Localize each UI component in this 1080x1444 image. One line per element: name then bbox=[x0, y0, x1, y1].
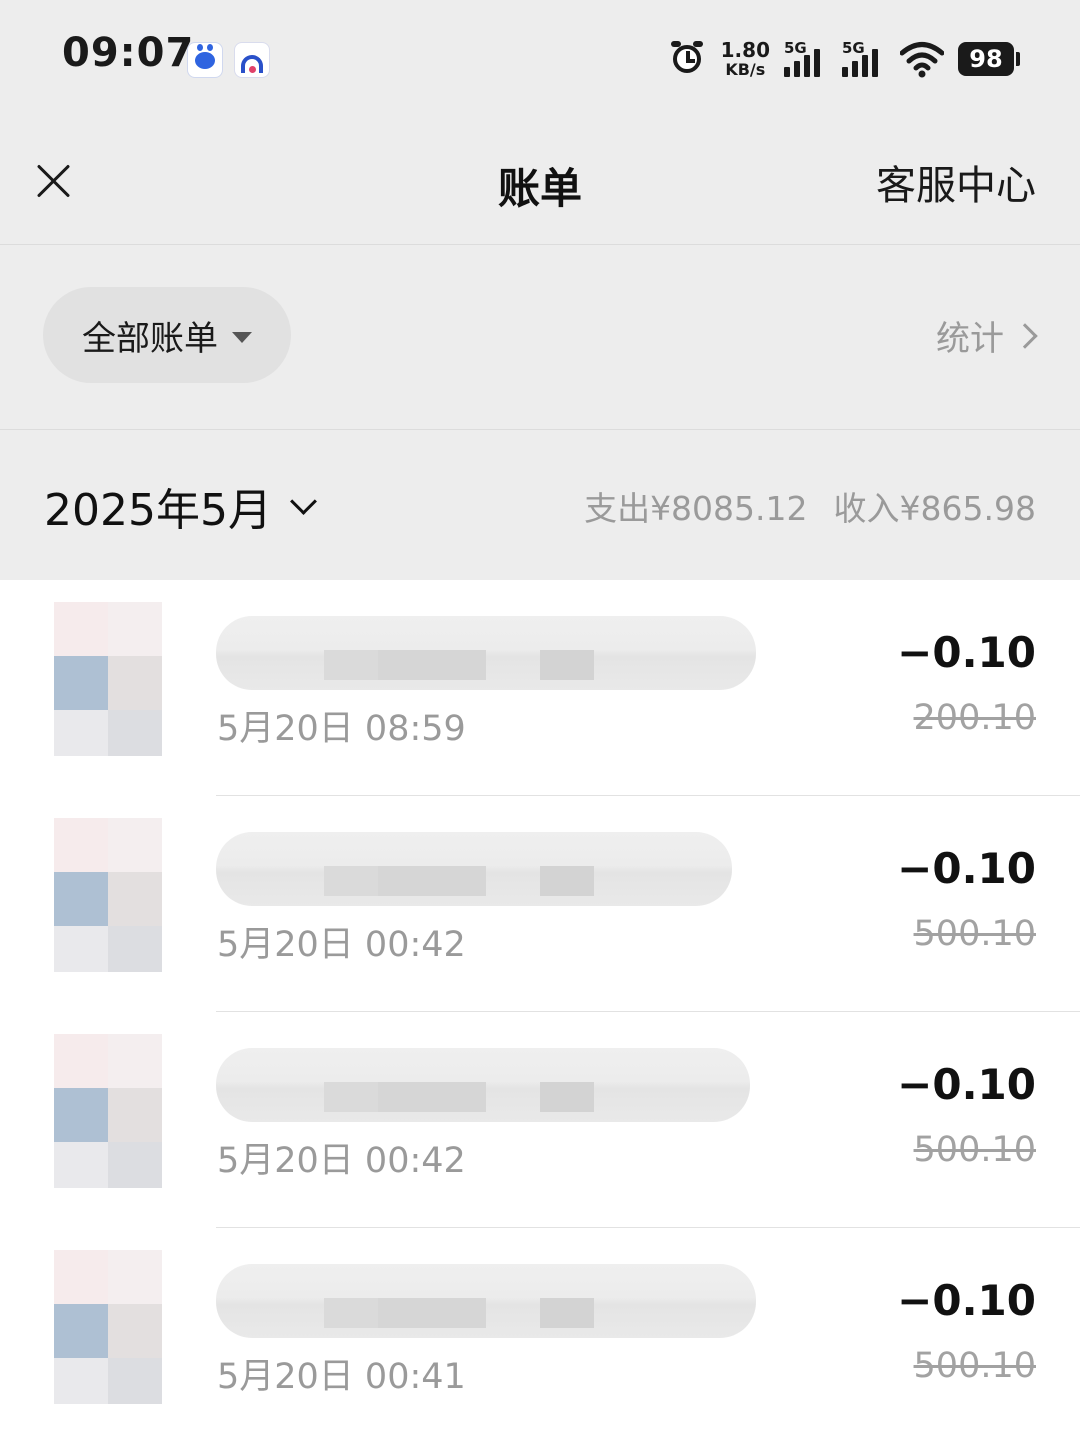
signal-icon: 5G bbox=[784, 39, 828, 79]
merchant-avatar bbox=[54, 1034, 162, 1188]
filter-bar: 全部账单 统计 bbox=[0, 245, 1080, 430]
alarm-icon bbox=[670, 41, 707, 77]
bill-filter-dropdown[interactable]: 全部账单 bbox=[43, 287, 291, 383]
bill-original-amount: 500.10 bbox=[913, 1346, 1036, 1386]
customer-service-link[interactable]: 客服中心 bbox=[876, 153, 1036, 211]
network-speed-value: 1.80 bbox=[720, 38, 770, 62]
merchant-name-redacted bbox=[216, 1048, 750, 1122]
bill-amount: −0.10 bbox=[897, 844, 1036, 893]
signal-icon: 5G bbox=[842, 39, 886, 79]
network-speed-unit: KB/s bbox=[725, 60, 766, 79]
merchant-name-redacted bbox=[216, 832, 732, 906]
bill-original-amount: 500.10 bbox=[913, 914, 1036, 954]
merchant-avatar bbox=[54, 818, 162, 972]
month-expense: 支出¥8085.12 bbox=[584, 489, 808, 528]
car-app-icon bbox=[234, 42, 270, 78]
bill-row[interactable]: 5月20日 08:59 −0.10 200.10 bbox=[0, 580, 1080, 796]
bill-original-amount: 200.10 bbox=[913, 698, 1036, 738]
merchant-name-redacted bbox=[216, 616, 756, 690]
statistics-link[interactable]: 统计 bbox=[936, 311, 1038, 360]
month-label: 2025年5月 bbox=[44, 485, 272, 536]
baidu-app-icon bbox=[187, 42, 223, 78]
statistics-label: 统计 bbox=[936, 319, 1004, 359]
close-icon[interactable] bbox=[30, 157, 78, 205]
bill-row[interactable]: 5月20日 00:42 −0.10 500.10 bbox=[0, 796, 1080, 1012]
month-income: 收入¥865.98 bbox=[833, 489, 1036, 528]
bill-row[interactable]: 5月20日 00:41 −0.10 500.10 bbox=[0, 1228, 1080, 1444]
merchant-avatar bbox=[54, 1250, 162, 1404]
merchant-name-redacted bbox=[216, 1264, 756, 1338]
bill-time: 5月20日 00:42 bbox=[217, 925, 466, 965]
bill-amount: −0.10 bbox=[897, 1276, 1036, 1325]
bill-list: 5月20日 08:59 −0.10 200.10 5月20日 00:42 −0.… bbox=[0, 580, 1080, 1444]
battery-icon: 98 bbox=[958, 42, 1020, 76]
bill-original-amount: 500.10 bbox=[913, 1130, 1036, 1170]
battery-level: 98 bbox=[958, 42, 1014, 76]
merchant-avatar bbox=[54, 602, 162, 756]
month-summary: 支出¥8085.12 收入¥865.98 bbox=[584, 482, 1036, 530]
bill-time: 5月20日 08:59 bbox=[217, 709, 466, 749]
wifi-icon bbox=[899, 40, 945, 78]
network-speed: 1.80 KB/s bbox=[721, 40, 770, 78]
month-selector[interactable]: 2025年5月 bbox=[44, 474, 317, 538]
bill-row[interactable]: 5月20日 00:42 −0.10 500.10 bbox=[0, 1012, 1080, 1228]
bill-time: 5月20日 00:41 bbox=[217, 1357, 466, 1397]
chevron-right-icon bbox=[1012, 322, 1038, 349]
caret-down-icon bbox=[232, 331, 252, 343]
chevron-down-icon bbox=[290, 487, 317, 515]
bill-filter-label: 全部账单 bbox=[82, 318, 218, 359]
month-header: 2025年5月 支出¥8085.12 收入¥865.98 bbox=[0, 430, 1080, 580]
status-time: 09:07 bbox=[62, 30, 195, 76]
bill-time: 5月20日 00:42 bbox=[217, 1141, 466, 1181]
status-bar: 09:07 1.80 KB/s 5G 5G 98 bbox=[0, 0, 1080, 115]
bill-amount: −0.10 bbox=[897, 1060, 1036, 1109]
nav-bar: 账单 客服中心 bbox=[0, 115, 1080, 245]
bill-amount: −0.10 bbox=[897, 628, 1036, 677]
